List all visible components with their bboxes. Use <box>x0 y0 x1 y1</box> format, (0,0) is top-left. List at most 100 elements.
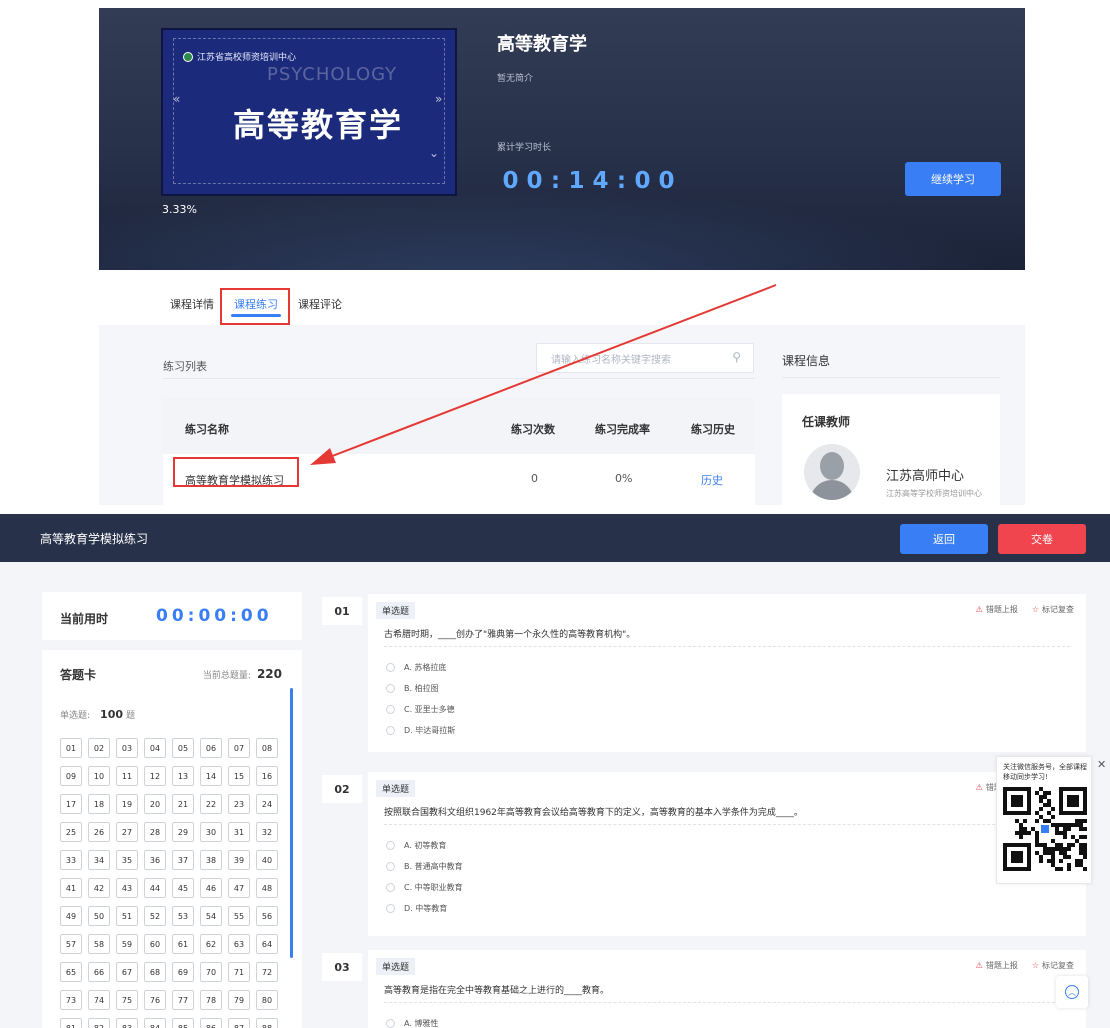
course-cover[interactable]: 江苏省高校师资培训中心 PSYCHOLOGY 高等教育学 « » ⌄ <box>161 28 457 196</box>
question-number-button[interactable]: 39 <box>228 850 250 870</box>
question-number-button[interactable]: 53 <box>172 906 194 926</box>
question-number-button[interactable]: 61 <box>172 934 194 954</box>
question-number-button[interactable]: 76 <box>144 990 166 1010</box>
question-number-button[interactable]: 51 <box>116 906 138 926</box>
question-number-button[interactable]: 18 <box>88 794 110 814</box>
question-number-button[interactable]: 45 <box>172 878 194 898</box>
question-number-button[interactable]: 79 <box>228 990 250 1010</box>
question-number-button[interactable]: 17 <box>60 794 82 814</box>
question-number-button[interactable]: 41 <box>60 878 82 898</box>
close-icon[interactable]: ✕ <box>1097 758 1106 771</box>
question-number-button[interactable]: 85 <box>172 1018 194 1028</box>
question-number-button[interactable]: 56 <box>256 906 278 926</box>
question-number-button[interactable]: 60 <box>144 934 166 954</box>
question-number-button[interactable]: 69 <box>172 962 194 982</box>
question-number-button[interactable]: 37 <box>172 850 194 870</box>
question-number-button[interactable]: 23 <box>228 794 250 814</box>
question-number-button[interactable]: 15 <box>228 766 250 786</box>
question-number-button[interactable]: 12 <box>144 766 166 786</box>
question-number-button[interactable]: 55 <box>228 906 250 926</box>
question-number-button[interactable]: 62 <box>200 934 222 954</box>
question-number-button[interactable]: 16 <box>256 766 278 786</box>
question-number-button[interactable]: 32 <box>256 822 278 842</box>
question-number-button[interactable]: 48 <box>256 878 278 898</box>
question-number-button[interactable]: 30 <box>200 822 222 842</box>
tab-2[interactable]: 课程评论 <box>298 296 342 312</box>
question-number-button[interactable]: 14 <box>200 766 222 786</box>
question-number-button[interactable]: 25 <box>60 822 82 842</box>
question-number-button[interactable]: 67 <box>116 962 138 982</box>
question-number-button[interactable]: 59 <box>116 934 138 954</box>
question-number-button[interactable]: 34 <box>88 850 110 870</box>
question-number-button[interactable]: 84 <box>144 1018 166 1028</box>
back-to-top-button[interactable]: ︿ <box>1056 976 1088 1008</box>
answer-option[interactable]: A. 初等教育 <box>386 840 446 851</box>
question-number-button[interactable]: 10 <box>88 766 110 786</box>
question-number-button[interactable]: 33 <box>60 850 82 870</box>
question-number-button[interactable]: 71 <box>228 962 250 982</box>
question-number-button[interactable]: 87 <box>228 1018 250 1028</box>
scrollbar[interactable] <box>290 688 293 958</box>
question-number-button[interactable]: 57 <box>60 934 82 954</box>
question-number-button[interactable]: 31 <box>228 822 250 842</box>
question-number-button[interactable]: 83 <box>116 1018 138 1028</box>
question-number-button[interactable]: 21 <box>172 794 194 814</box>
question-number-button[interactable]: 08 <box>256 738 278 758</box>
report-error-link[interactable]: 错题上报 <box>986 605 1018 614</box>
question-number-button[interactable]: 54 <box>200 906 222 926</box>
question-number-button[interactable]: 46 <box>200 878 222 898</box>
question-number-button[interactable]: 04 <box>144 738 166 758</box>
question-number-button[interactable]: 58 <box>88 934 110 954</box>
question-number-button[interactable]: 75 <box>116 990 138 1010</box>
question-number-button[interactable]: 73 <box>60 990 82 1010</box>
submit-button[interactable]: 交卷 <box>998 524 1086 554</box>
question-number-button[interactable]: 63 <box>228 934 250 954</box>
question-number-button[interactable]: 11 <box>116 766 138 786</box>
question-number-button[interactable]: 09 <box>60 766 82 786</box>
question-number-button[interactable]: 88 <box>256 1018 278 1028</box>
question-number-button[interactable]: 65 <box>60 962 82 982</box>
question-number-button[interactable]: 40 <box>256 850 278 870</box>
question-number-button[interactable]: 78 <box>200 990 222 1010</box>
question-number-button[interactable]: 74 <box>88 990 110 1010</box>
mark-review-link[interactable]: 标记复查 <box>1042 961 1074 970</box>
answer-option[interactable]: B. 普通高中教育 <box>386 861 463 872</box>
question-number-button[interactable]: 49 <box>60 906 82 926</box>
question-number-button[interactable]: 28 <box>144 822 166 842</box>
report-error-link[interactable]: 错题上报 <box>986 961 1018 970</box>
question-number-button[interactable]: 68 <box>144 962 166 982</box>
question-number-button[interactable]: 20 <box>144 794 166 814</box>
question-number-button[interactable]: 27 <box>116 822 138 842</box>
question-number-button[interactable]: 02 <box>88 738 110 758</box>
question-number-button[interactable]: 81 <box>60 1018 82 1028</box>
search-icon[interactable]: ⚲ <box>732 350 741 364</box>
question-number-button[interactable]: 82 <box>88 1018 110 1028</box>
question-number-button[interactable]: 26 <box>88 822 110 842</box>
question-number-button[interactable]: 29 <box>172 822 194 842</box>
question-number-button[interactable]: 70 <box>200 962 222 982</box>
question-number-button[interactable]: 22 <box>200 794 222 814</box>
mark-review-link[interactable]: 标记复查 <box>1042 605 1074 614</box>
question-number-button[interactable]: 13 <box>172 766 194 786</box>
question-number-button[interactable]: 43 <box>116 878 138 898</box>
question-number-button[interactable]: 35 <box>116 850 138 870</box>
answer-option[interactable]: C. 中等职业教育 <box>386 882 463 893</box>
continue-study-button[interactable]: 继续学习 <box>905 162 1001 196</box>
answer-option[interactable]: D. 毕达哥拉斯 <box>386 725 455 736</box>
question-number-button[interactable]: 07 <box>228 738 250 758</box>
answer-option[interactable]: B. 柏拉图 <box>386 683 439 694</box>
question-number-button[interactable]: 42 <box>88 878 110 898</box>
question-number-button[interactable]: 24 <box>256 794 278 814</box>
question-number-button[interactable]: 03 <box>116 738 138 758</box>
question-number-button[interactable]: 66 <box>88 962 110 982</box>
answer-option[interactable]: C. 亚里士多德 <box>386 704 455 715</box>
search-input[interactable]: 请输入练习名称关键字搜索 ⚲ <box>536 343 754 373</box>
question-number-button[interactable]: 44 <box>144 878 166 898</box>
question-number-button[interactable]: 52 <box>144 906 166 926</box>
answer-option[interactable]: A. 博雅性 <box>386 1018 438 1028</box>
answer-option[interactable]: D. 中等教育 <box>386 903 447 914</box>
question-number-button[interactable]: 36 <box>144 850 166 870</box>
question-number-button[interactable]: 77 <box>172 990 194 1010</box>
question-number-button[interactable]: 06 <box>200 738 222 758</box>
back-button[interactable]: 返回 <box>900 524 988 554</box>
